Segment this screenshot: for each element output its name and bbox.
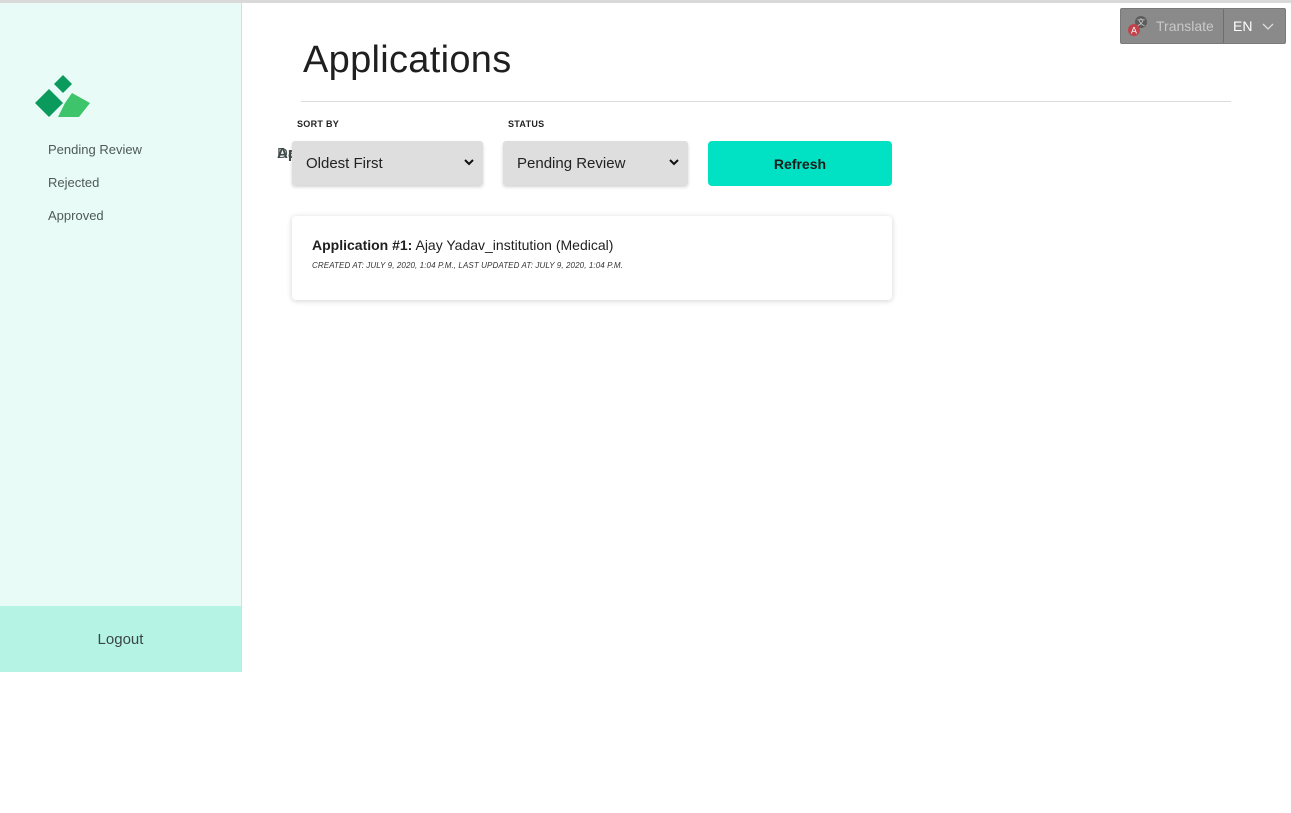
refresh-button[interactable]: Refresh	[708, 141, 892, 186]
status-label: STATUS	[508, 119, 545, 129]
sidebar-item-approved[interactable]: Approved	[48, 207, 235, 225]
page-title: Applications	[303, 39, 512, 81]
application-card[interactable]: Application #1: Ajay Yadav_institution (…	[292, 216, 892, 300]
sort-by-select[interactable]: Oldest First	[292, 141, 483, 185]
translate-label: Translate	[1156, 18, 1214, 34]
application-name: Ajay Yadav_institution (Medical)	[415, 237, 614, 253]
title-divider	[301, 101, 1231, 102]
language-selector[interactable]: EN	[1224, 9, 1274, 43]
logo-icon	[35, 75, 90, 117]
sort-by-label: SORT BY	[297, 119, 340, 129]
sidebar-item-rejected[interactable]: Rejected	[48, 174, 235, 192]
language-code: EN	[1233, 18, 1253, 34]
sort-by-value: Oldest First	[306, 154, 383, 172]
application-number: Application #1:	[312, 237, 413, 253]
logout-button[interactable]: Logout	[0, 606, 241, 672]
application-timestamps: CREATED AT: JULY 9, 2020, 1:04 P.M., LAS…	[312, 261, 623, 270]
translate-button[interactable]: 文 A Translate	[1121, 9, 1224, 43]
status-value: Pending Review	[517, 154, 626, 172]
translate-widget: 文 A Translate EN	[1120, 8, 1286, 44]
chevron-down-icon	[1262, 23, 1274, 30]
chevron-down-icon	[669, 159, 679, 166]
main-content: Applications SORT BY Oldest First STATUS…	[242, 3, 1291, 672]
status-select[interactable]: Pending Review	[503, 141, 688, 185]
sidebar-item-pending-review[interactable]: Pending Review	[48, 141, 235, 159]
sidebar-nav: Dashboard Applications Pending Review Re…	[35, 141, 367, 240]
sidebar: Dashboard Applications Pending Review Re…	[0, 3, 367, 672]
chevron-down-icon	[464, 159, 474, 166]
application-heading: Application #1: Ajay Yadav_institution (…	[312, 237, 872, 253]
svg-text:A: A	[1131, 27, 1138, 37]
svg-text:文: 文	[1137, 17, 1145, 27]
translate-icon: 文 A	[1128, 16, 1147, 37]
